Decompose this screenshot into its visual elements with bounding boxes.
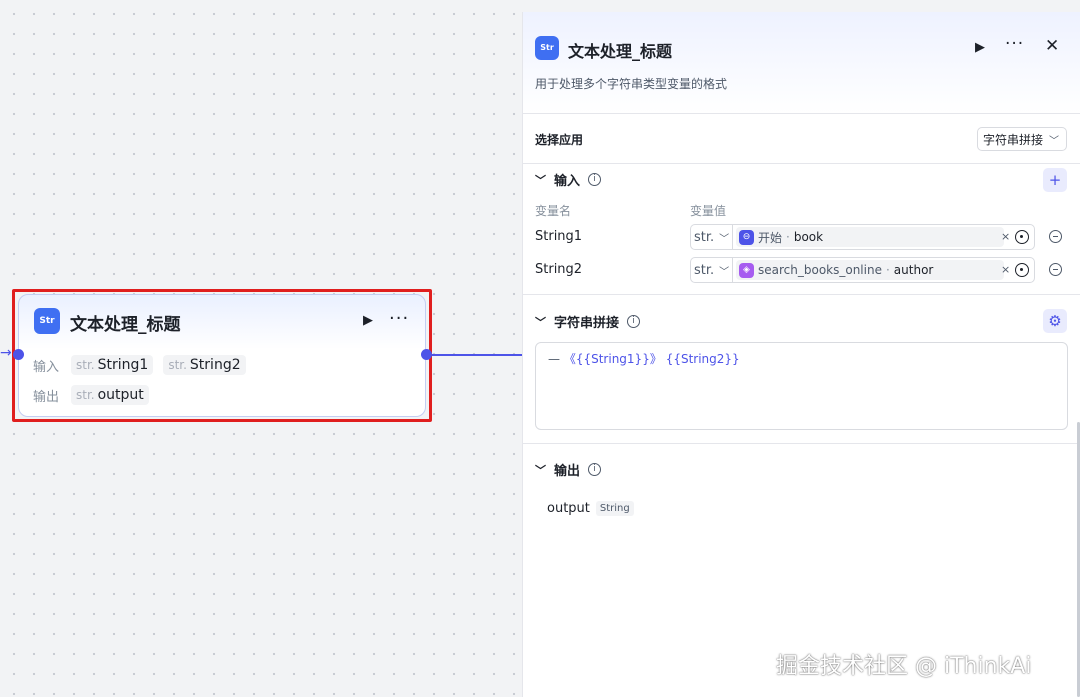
- output-type-tag: String: [595, 501, 634, 516]
- select-app-label: 选择应用: [535, 133, 584, 147]
- chevron-down-icon[interactable]: ﹀: [535, 462, 546, 478]
- variable-value-field[interactable]: ◈ search_books_online · author ×: [732, 257, 1035, 283]
- add-variable-button[interactable]: +: [1043, 168, 1067, 192]
- ref-separator: ·: [786, 230, 790, 244]
- chevron-down-icon[interactable]: ﹀: [535, 314, 546, 330]
- node-input-chip: str. String2: [163, 355, 246, 375]
- type-tag: str.: [76, 388, 95, 402]
- node-input-row: 输入 str. String1 str. String2: [33, 355, 246, 375]
- column-header-value: 变量值: [690, 204, 727, 218]
- node-input-label: 输入: [33, 359, 60, 375]
- chevron-down-icon: ﹀: [719, 233, 730, 245]
- template-prefix: —: [548, 352, 560, 366]
- select-app-section: 选择应用 字符串拼接 ﹀: [523, 114, 1080, 164]
- variable-row: String2 str. ﹀ ◈ search_books_online · a…: [535, 257, 1067, 283]
- input-section-title: 输入: [554, 174, 581, 189]
- column-header-name: 变量名: [535, 204, 572, 218]
- chevron-down-icon: ﹀: [1049, 135, 1060, 147]
- chip-name: output: [97, 387, 144, 403]
- output-name: output: [547, 501, 590, 516]
- ref-field: author: [893, 263, 934, 277]
- variable-type-select[interactable]: str. ﹀: [690, 224, 732, 250]
- template-var-2: {{String2}}: [665, 352, 740, 366]
- clear-icon[interactable]: ×: [1001, 263, 1010, 276]
- target-icon[interactable]: [1015, 263, 1029, 277]
- panel-header: Str 文本处理_标题 ▶ ··· ✕ 用于处理多个字符串类型变量的格式: [523, 12, 1080, 114]
- watermark: 掘金技术社区 @ iThinkAi: [776, 654, 1032, 679]
- concat-section-header[interactable]: ﹀ 字符串拼接 i: [535, 312, 641, 331]
- start-node-icon: ⊖: [739, 229, 754, 245]
- chevron-down-icon[interactable]: ﹀: [535, 172, 546, 188]
- type-value: str.: [694, 262, 715, 278]
- play-icon[interactable]: ▶: [975, 40, 985, 55]
- node-output-row: 输出 str. output: [33, 385, 149, 405]
- node-settings-panel: Str 文本处理_标题 ▶ ··· ✕ 用于处理多个字符串类型变量的格式 选择应…: [522, 12, 1080, 697]
- output-edge[interactable]: [432, 354, 522, 356]
- type-tag: str.: [168, 358, 187, 372]
- variable-name[interactable]: String2: [535, 262, 582, 277]
- variable-type-select[interactable]: str. ﹀: [690, 257, 732, 283]
- output-section-title: 输出: [554, 464, 581, 479]
- plugin-cube-icon: ◈: [739, 262, 754, 278]
- node-output-label: 输出: [33, 389, 60, 405]
- string-node-icon: Str: [34, 308, 60, 334]
- template-open: 《: [563, 352, 576, 366]
- variable-value-field[interactable]: ⊖ 开始 · book ×: [732, 224, 1035, 250]
- chip-name: String1: [97, 357, 149, 373]
- clear-icon[interactable]: ×: [1001, 230, 1010, 243]
- type-value: str.: [694, 229, 715, 245]
- ref-source: 开始: [758, 230, 783, 245]
- text-process-node[interactable]: Str 文本处理_标题 ▶ ··· 输入 str. String1 str. S…: [18, 294, 426, 417]
- more-icon[interactable]: ···: [389, 308, 409, 329]
- ref-source: search_books_online: [758, 263, 882, 277]
- panel-description: 用于处理多个字符串类型变量的格式: [535, 77, 728, 91]
- more-icon[interactable]: ···: [1005, 34, 1024, 54]
- concat-template-editor[interactable]: — 《{{String1}}》 {{String2}}: [535, 342, 1068, 430]
- remove-icon[interactable]: [1049, 263, 1062, 276]
- node-output-chip: str. output: [71, 385, 149, 405]
- node-input-chip: str. String1: [71, 355, 154, 375]
- panel-title[interactable]: 文本处理_标题: [568, 38, 672, 62]
- section-divider: [523, 294, 1080, 295]
- node-input-port[interactable]: [13, 349, 24, 360]
- variable-name[interactable]: String1: [535, 229, 582, 244]
- node-output-port[interactable]: [421, 349, 432, 360]
- info-icon[interactable]: i: [588, 173, 602, 186]
- app-select-value: 字符串拼接: [983, 132, 1044, 147]
- node-title: 文本处理_标题: [70, 315, 181, 335]
- ref-separator: ·: [885, 263, 890, 277]
- template-var-1: {{String1}}: [575, 352, 650, 366]
- input-section-header[interactable]: ﹀ 输入 i: [535, 170, 602, 189]
- variable-reference[interactable]: ◈ search_books_online · author: [736, 260, 1004, 280]
- input-edge-arrow-icon: →: [0, 345, 12, 361]
- variable-reference[interactable]: ⊖ 开始 · book: [736, 227, 1004, 247]
- chip-name: String2: [189, 357, 241, 373]
- app-select[interactable]: 字符串拼接 ﹀: [977, 127, 1067, 151]
- template-close: 》: [649, 352, 662, 366]
- chevron-down-icon: ﹀: [719, 266, 730, 278]
- ref-field: book: [793, 230, 824, 244]
- output-section-header[interactable]: ﹀ 输出 i: [535, 460, 602, 479]
- variable-row: String1 str. ﹀ ⊖ 开始 · book ×: [535, 224, 1067, 250]
- section-divider: [523, 443, 1080, 444]
- close-icon[interactable]: ✕: [1045, 36, 1059, 56]
- remove-icon[interactable]: [1049, 230, 1062, 243]
- concat-section-title: 字符串拼接: [554, 316, 620, 331]
- string-node-icon: Str: [535, 36, 559, 60]
- target-icon[interactable]: [1015, 230, 1029, 244]
- output-variable-row: output String: [547, 501, 634, 516]
- info-icon[interactable]: i: [627, 315, 641, 328]
- play-icon[interactable]: ▶: [363, 314, 377, 328]
- concat-settings-button[interactable]: ⚙: [1043, 309, 1067, 333]
- type-tag: str.: [76, 358, 95, 372]
- info-icon[interactable]: i: [588, 463, 602, 476]
